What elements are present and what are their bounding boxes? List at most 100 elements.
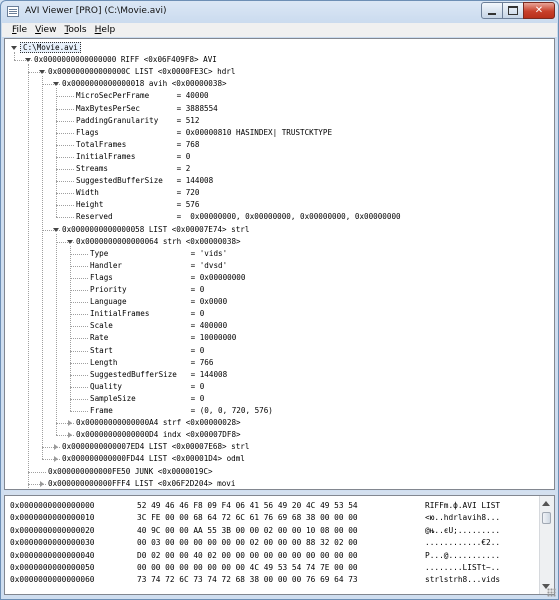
tree-node[interactable]: Flags = 0x00000000 [90,272,245,284]
tree-guide-line [70,338,88,340]
expand-triangle-icon[interactable] [54,456,58,463]
tree-node[interactable]: 0x0000000000007ED4 LIST <0x00007E68> str… [62,441,249,453]
expand-triangle-icon[interactable] [68,432,72,439]
maximize-button[interactable] [502,2,524,19]
tree-node[interactable]: Streams = 2 [76,163,190,175]
tree-node[interactable]: C:\Movie.avi [20,42,81,54]
tree-node[interactable]: 0x000000000000000C LIST <0x0000FE3C> hdr… [48,66,235,78]
menu-accelerator: V [35,25,42,35]
tree-node[interactable]: Scale = 400000 [90,320,227,332]
tree-node[interactable]: InitialFrames = 0 [76,151,190,163]
tree-node[interactable]: Language = 0x0000 [90,296,227,308]
tree-node[interactable]: 0x000000000000FE50 JUNK <0x0000019C> [48,466,213,478]
collapse-triangle-icon[interactable] [25,58,31,63]
minimize-button[interactable] [481,2,503,19]
tree-guide-line [56,88,57,218]
tree-node[interactable]: SuggestedBufferSize = 144008 [76,175,213,187]
tree-node[interactable]: Rate = 10000000 [90,332,236,344]
tree-node-label: Height = 576 [76,200,200,210]
expand-triangle-icon[interactable] [40,480,44,487]
tree-node[interactable]: SampleSize = 0 [90,393,204,405]
hex-bytes: 73 74 72 6C 73 74 72 68 38 00 00 00 76 6… [137,575,358,585]
tree-node-label: Streams = 2 [76,164,191,173]
hex-row[interactable]: 0x0000000000000050 00 00 00 00 00 00 00 0… [10,562,545,574]
tree-node[interactable]: 0x0000000000000064 strh <0x00000038> [76,236,241,248]
collapse-triangle-icon[interactable] [11,46,17,50]
expand-triangle-icon[interactable] [54,444,58,451]
resize-grip-icon[interactable] [547,588,556,597]
tree-node[interactable]: Width = 720 [76,187,199,199]
tree-node[interactable]: 0x000000000000FFF4 LIST <0x06F2D204> mov… [48,478,235,489]
expand-triangle-icon[interactable] [68,420,72,427]
tree-node-label: Flags = 0x00000000 [90,272,246,282]
tree-node[interactable]: 0x00000000000000A4 strf <0x00000028> [76,417,241,429]
tree-guide-line [56,217,74,219]
tree-node[interactable]: Type = 'vids' [90,248,227,260]
hex-dump-view[interactable]: 0x0000000000000000 52 49 46 46 F8 09 F4 0… [4,495,555,595]
tree-node[interactable]: MaxBytesPerSec = 3888554 [76,103,218,115]
menu-accelerator: T [64,25,69,35]
tree-guide-line [56,132,74,134]
hex-row[interactable]: 0x0000000000000010 3C FE 00 00 68 64 72 6… [10,512,545,524]
tree-node[interactable]: Priority = 0 [90,284,204,296]
hex-ascii: ........LISTt~.. [425,563,501,572]
tree-node[interactable]: Frame = (0, 0, 720, 576) [90,405,273,417]
tree-guide-line [56,205,74,207]
tree-node[interactable]: 0x000000000000FD44 LIST <0x00001D4> odml [62,453,245,465]
tree-node[interactable]: 0x0000000000000000 RIFF <0x06F409F8> AVI [34,54,217,66]
hex-row[interactable]: 0x0000000000000030 00 03 00 00 00 00 00 0… [10,537,545,549]
tree-node[interactable]: Start = 0 [90,345,204,357]
menu-bar: File View Tools Help [2,23,557,37]
collapse-triangle-icon[interactable] [67,239,73,244]
tree-node-label: Length = 766 [90,357,214,367]
menu-view[interactable]: View [31,23,60,37]
maximize-icon [508,6,518,15]
tree-node[interactable]: MicroSecPerFrame = 40000 [76,90,209,102]
title-bar[interactable]: AVI Viewer [PRO] (C:\Movie.avi) ✕ [1,1,558,23]
tree-node[interactable]: TotalFrames = 768 [76,139,199,151]
hex-row[interactable]: 0x0000000000000040 D0 02 00 00 40 02 00 0… [10,550,545,562]
menu-file[interactable]: File [2,23,31,37]
hex-offset: 0x0000000000000010 [10,513,95,523]
tree-node[interactable]: PaddingGranularity = 512 [76,115,199,127]
close-icon: ✕ [534,5,544,16]
collapse-triangle-icon[interactable] [39,70,45,75]
tree-guide-line [70,411,88,412]
tree-node-label: InitialFrames = 0 [90,309,205,319]
collapse-triangle-icon[interactable] [53,227,59,232]
tree-node[interactable]: 0x0000000000000018 avih <0x00000038> [62,78,227,90]
collapse-triangle-icon[interactable] [53,82,59,87]
menu-tools[interactable]: Tools [60,23,90,37]
tree-node[interactable]: SuggestedBufferSize = 144008 [90,369,227,381]
tree-node-label: 0x00000000000000A4 strf <0x00000028> [76,418,241,428]
hex-row[interactable]: 0x0000000000000000 52 49 46 46 F8 09 F4 0… [10,500,545,512]
tree-node[interactable]: Flags = 0x00000810 HASINDEX| TRUSTCKTYPE [76,127,332,139]
tree-node[interactable]: 0x00000000000000D4 indx <0x00007DF8> [76,429,241,441]
tree-guide-line [56,169,74,170]
hex-row[interactable]: 0x0000000000000060 73 74 72 6C 73 74 72 6… [10,574,545,586]
chunk-tree-view[interactable]: C:\Movie.avi 0x0000000000000000 RIFF <0x0… [4,38,555,490]
hex-offset: 0x0000000000000060 [10,575,95,585]
app-document-icon [7,6,19,17]
tree-node[interactable]: InitialFrames = 0 [90,308,204,320]
hex-row[interactable]: 0x0000000000000020 40 9C 00 00 AA 55 3B 0… [10,525,545,537]
tree-guide-line [56,120,74,122]
tree-node-label: Type = 'vids' [90,248,228,258]
tree-node[interactable]: 0x0000000000000058 LIST <0x00007E74> str… [62,224,249,236]
tree-node[interactable]: Reserved = 0x00000000, 0x00000000, 0x000… [76,211,401,223]
tree-node[interactable]: Quality = 0 [90,381,204,393]
tree-guide-line [56,156,74,158]
tree-node[interactable]: Length = 766 [90,357,213,369]
tree-guide-line [56,96,74,98]
hex-offset: 0x0000000000000000 [10,501,95,510]
hex-ascii: RIFFm.ф.AVI LIST [425,501,501,510]
hex-bytes: 00 00 00 00 00 00 00 00 4C 49 53 54 74 7… [137,563,358,572]
tree-node[interactable]: Height = 576 [76,199,199,211]
tree-node-label: Scale = 400000 [90,321,228,331]
hex-ascii: Р...@........... [425,550,501,560]
menu-help[interactable]: Help [91,23,120,37]
tree-node[interactable]: Handler = 'dvsd' [90,260,227,272]
tree-node-label: 0x00000000000000D4 indx <0x00007DF8> [76,430,241,440]
close-button[interactable]: ✕ [523,2,555,19]
tree-node-label: Flags = 0x00000810 HASINDEX| TRUSTCKTYPE [76,127,333,137]
